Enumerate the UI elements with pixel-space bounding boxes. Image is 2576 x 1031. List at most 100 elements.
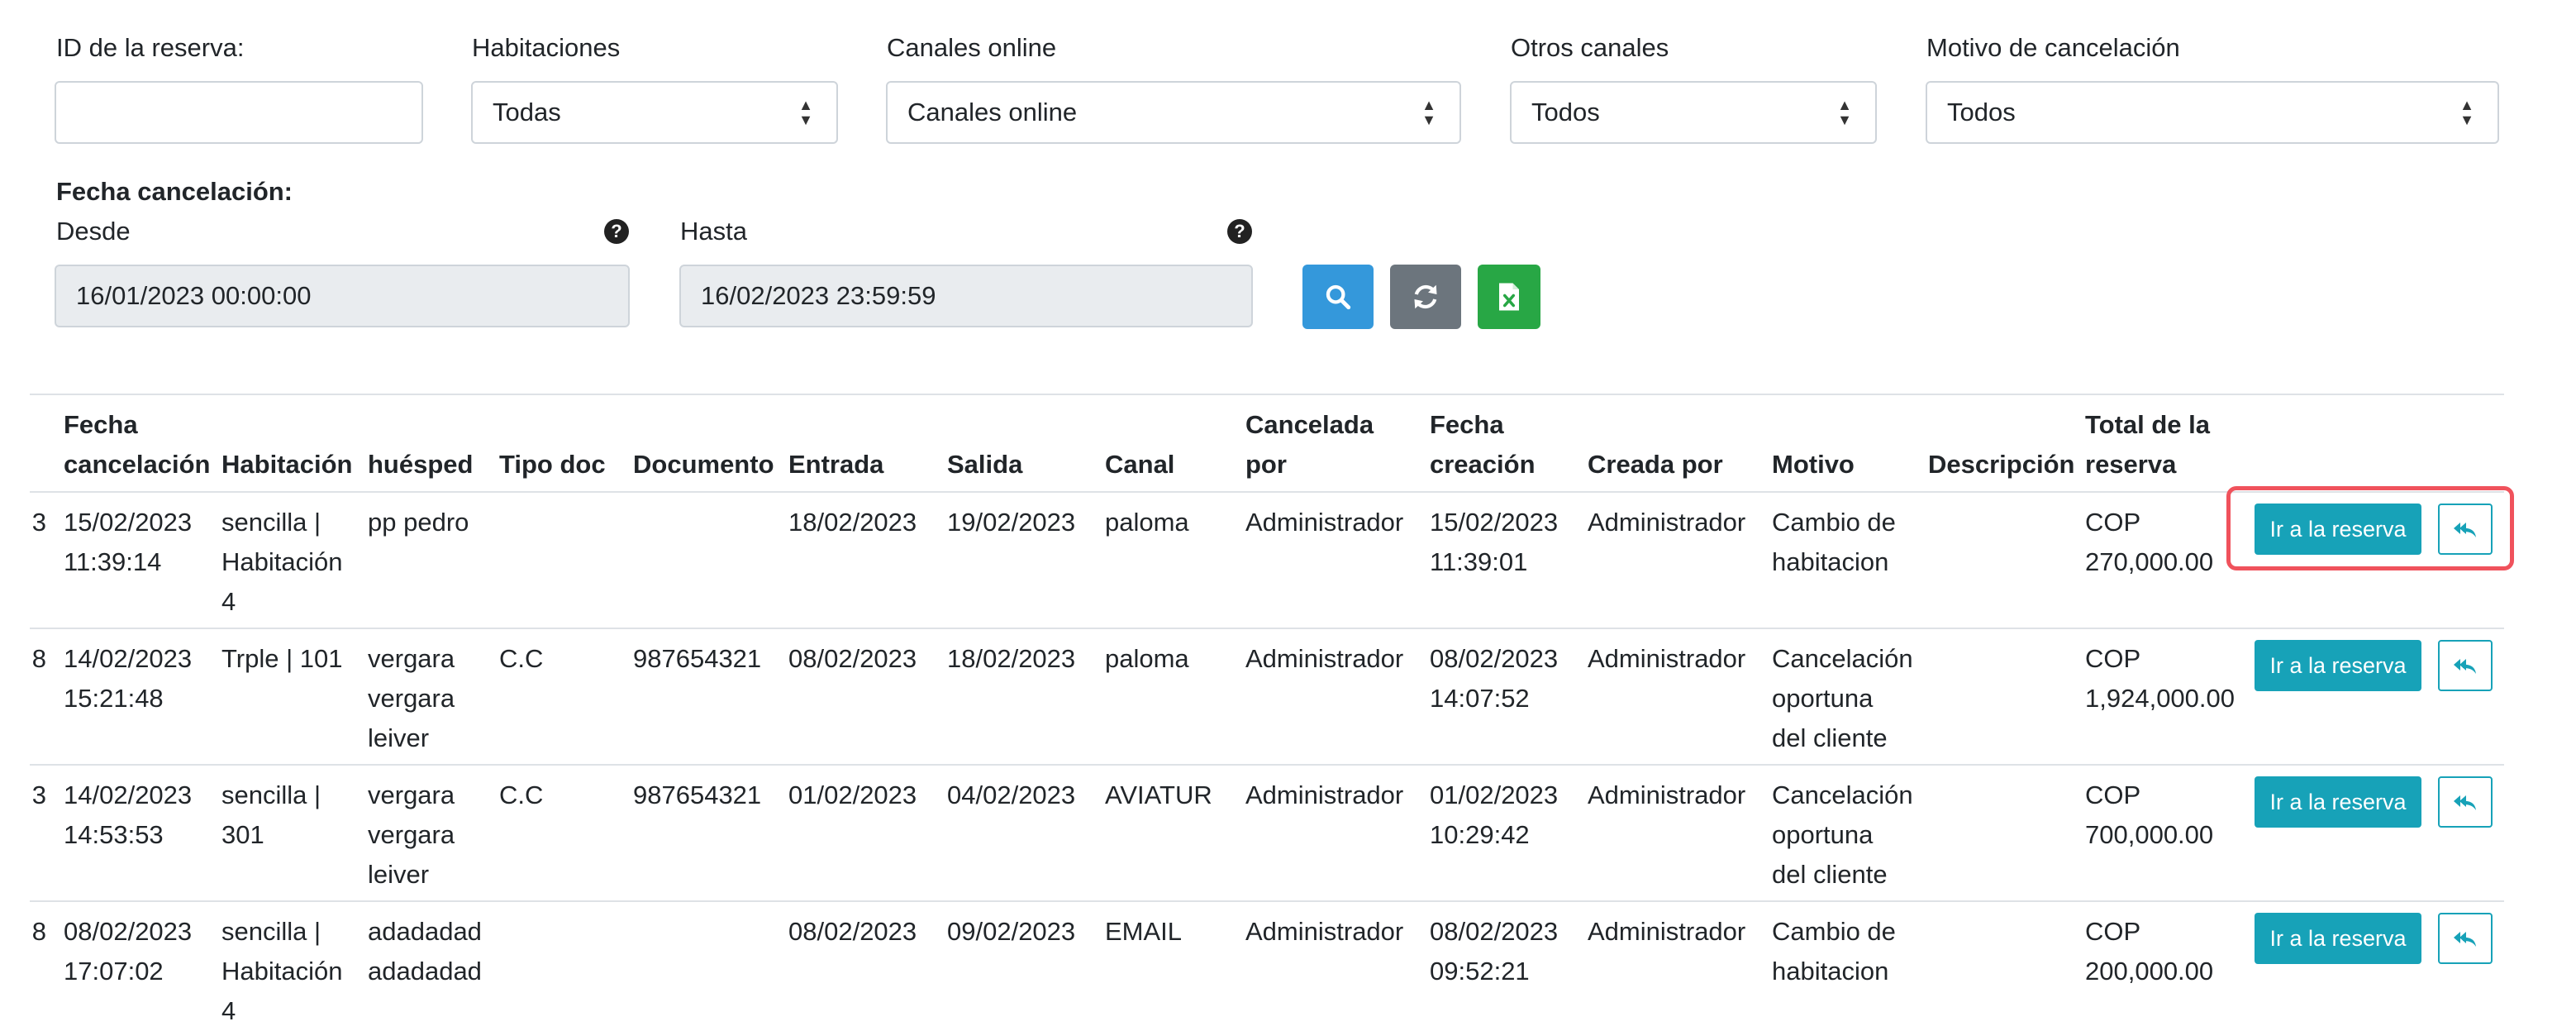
column-header-habitacion[interactable]: Habitación: [221, 445, 352, 484]
cell-habitacion: sencilla |: [221, 780, 321, 809]
cell-huesped: pp pedro: [368, 508, 469, 537]
cell-fecha-cancelacion: 08/02/2023: [64, 917, 193, 946]
cell-fecha-cancelacion: 14/02/2023: [64, 644, 193, 673]
export-excel-button[interactable]: [1478, 265, 1540, 329]
reserva-id-input[interactable]: [55, 81, 423, 144]
cell-fecha-cancelacion: 15:21:48: [64, 684, 164, 713]
restore-reservation-button[interactable]: [2438, 913, 2493, 964]
cell-id-partial: 8: [31, 644, 46, 673]
cell-huesped: leiver: [368, 860, 430, 889]
cell-huesped: adadadad: [368, 957, 482, 986]
reply-icon: [2454, 659, 2476, 674]
cell-cancelada-por: Administrador: [1245, 917, 1404, 946]
column-header-cancelada-por[interactable]: por: [1245, 445, 1287, 484]
cell-habitacion: 301: [221, 820, 264, 849]
cell-id-partial: 3: [31, 508, 46, 537]
cell-fecha-cancelacion: 14:53:53: [64, 820, 164, 849]
otros-canales-selected-value: Todos: [1531, 98, 1600, 126]
cell-total: 1,924,000.00: [2085, 684, 2236, 713]
select-caret-icon: ▲ ▼: [2459, 97, 2474, 128]
cell-fecha-creacion: 14:07:52: [1430, 684, 1530, 713]
help-icon[interactable]: ?: [604, 219, 629, 244]
cell-habitacion: Habitación: [221, 957, 343, 986]
column-header-documento[interactable]: Documento: [633, 445, 774, 484]
restore-reservation-button[interactable]: [2438, 640, 2493, 691]
hasta-date-input[interactable]: 16/02/2023 23:59:59: [679, 265, 1253, 327]
cell-id-partial: 3: [31, 780, 46, 809]
highlight-annotation: [2226, 486, 2514, 570]
cell-habitacion: Habitación: [221, 547, 343, 576]
canales-online-select[interactable]: Canales online ▲ ▼: [886, 81, 1461, 144]
column-header-cancelada-por[interactable]: Cancelada: [1245, 405, 1374, 445]
cell-entrada: 08/02/2023: [788, 644, 917, 673]
go-to-reservation-button[interactable]: Ir a la reserva: [2255, 776, 2421, 828]
habitaciones-select[interactable]: Todas ▲ ▼: [471, 81, 838, 144]
reserva-id-label: ID de la reserva:: [56, 33, 245, 62]
cell-entrada: 01/02/2023: [788, 780, 917, 809]
reply-icon: [2454, 932, 2476, 947]
restore-reservation-button[interactable]: [2438, 776, 2493, 828]
cell-cancelada-por: Administrador: [1245, 508, 1404, 537]
otros-canales-label: Otros canales: [1511, 33, 1669, 62]
search-icon: [1326, 284, 1351, 310]
fecha-cancelacion-title: Fecha cancelación:: [56, 177, 293, 206]
column-header-fecha-cancelacion[interactable]: Fecha: [64, 405, 138, 445]
cell-habitacion: Trple | 101: [221, 644, 343, 673]
column-header-fecha-creacion[interactable]: creación: [1430, 445, 1536, 484]
cell-habitacion: sencilla |: [221, 508, 321, 537]
cell-id-partial: 8: [31, 917, 46, 946]
cell-huesped: vergara: [368, 684, 455, 713]
column-header-canal[interactable]: Canal: [1105, 445, 1174, 484]
cell-motivo: oportuna: [1772, 684, 1874, 713]
cell-huesped: vergara: [368, 820, 455, 849]
desde-date-input[interactable]: 16/01/2023 00:00:00: [55, 265, 630, 327]
column-header-fecha-cancelacion[interactable]: cancelación: [64, 445, 210, 484]
search-button[interactable]: [1302, 265, 1374, 329]
cell-creada-por: Administrador: [1588, 644, 1746, 673]
cell-salida: 04/02/2023: [947, 780, 1076, 809]
table-header-border: [30, 491, 2504, 493]
habitaciones-selected-value: Todas: [493, 98, 561, 126]
cell-huesped: vergara: [368, 780, 455, 809]
cell-motivo: Cambio de: [1772, 508, 1896, 537]
table-top-border: [30, 394, 2504, 395]
cell-total: COP: [2085, 780, 2141, 809]
cell-habitacion: sencilla |: [221, 917, 321, 946]
select-caret-icon: ▲ ▼: [1421, 97, 1436, 128]
help-icon[interactable]: ?: [1227, 219, 1252, 244]
desde-label: Desde: [56, 217, 131, 246]
go-to-reservation-button[interactable]: Ir a la reserva: [2255, 640, 2421, 691]
column-header-huesped[interactable]: huésped: [368, 445, 473, 484]
cell-motivo: habitacion: [1772, 547, 1889, 576]
motivo-select[interactable]: Todos ▲ ▼: [1926, 81, 2499, 144]
row-divider: [30, 764, 2504, 766]
column-header-total[interactable]: Total de la: [2085, 405, 2210, 445]
column-header-fecha-creacion[interactable]: Fecha: [1430, 405, 1504, 445]
go-to-reservation-button[interactable]: Ir a la reserva: [2255, 913, 2421, 964]
column-header-motivo[interactable]: Motivo: [1772, 445, 1855, 484]
row-divider: [30, 900, 2504, 902]
column-header-tipo-doc[interactable]: Tipo doc: [499, 445, 606, 484]
cell-motivo: del cliente: [1772, 860, 1888, 889]
cell-canal: paloma: [1105, 644, 1189, 673]
cell-cancelada-por: Administrador: [1245, 780, 1404, 809]
column-header-total[interactable]: reserva: [2085, 445, 2176, 484]
cell-habitacion: 4: [221, 587, 236, 616]
excel-icon: [1499, 283, 1519, 311]
cell-salida: 09/02/2023: [947, 917, 1076, 946]
cell-cancelada-por: Administrador: [1245, 644, 1404, 673]
column-header-descripcion[interactable]: Descripción: [1928, 445, 2074, 484]
cell-fecha-creacion: 09:52:21: [1430, 957, 1530, 986]
cell-motivo: oportuna: [1772, 820, 1874, 849]
cell-documento: 987654321: [633, 780, 762, 809]
column-header-salida[interactable]: Salida: [947, 445, 1022, 484]
cell-canal: EMAIL: [1105, 917, 1183, 946]
motivo-label: Motivo de cancelación: [1926, 33, 2180, 62]
cell-huesped: leiver: [368, 723, 430, 752]
column-header-entrada[interactable]: Entrada: [788, 445, 883, 484]
cell-motivo: Cambio de: [1772, 917, 1896, 946]
column-header-creada-por[interactable]: Creada por: [1588, 445, 1723, 484]
refresh-button[interactable]: [1390, 265, 1461, 329]
cell-fecha-creacion: 15/02/2023: [1430, 508, 1559, 537]
otros-canales-select[interactable]: Todos ▲ ▼: [1510, 81, 1877, 144]
